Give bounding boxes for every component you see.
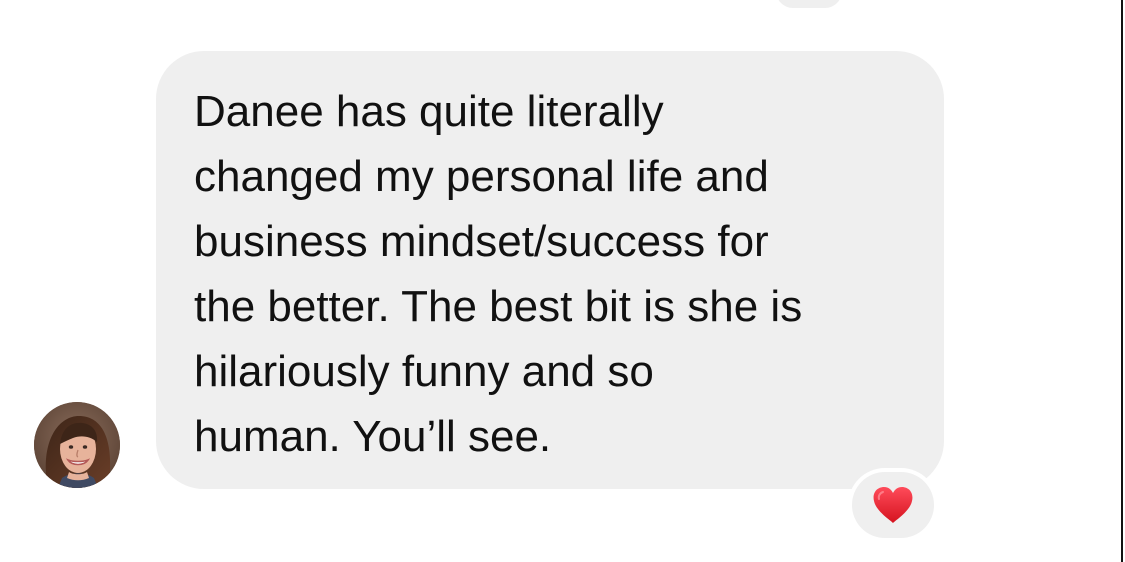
previous-message-bubble[interactable] <box>776 0 842 8</box>
sender-avatar[interactable] <box>34 402 120 488</box>
heart-icon <box>873 487 913 523</box>
avatar-photo <box>34 402 120 488</box>
message-text: Danee has quite literally changed my per… <box>194 87 803 461</box>
reaction-badge[interactable] <box>852 472 934 538</box>
screen-edge-divider <box>1121 0 1123 562</box>
chat-thread: Danee has quite literally changed my per… <box>0 0 1125 562</box>
message-bubble[interactable]: Danee has quite literally changed my per… <box>156 51 944 489</box>
